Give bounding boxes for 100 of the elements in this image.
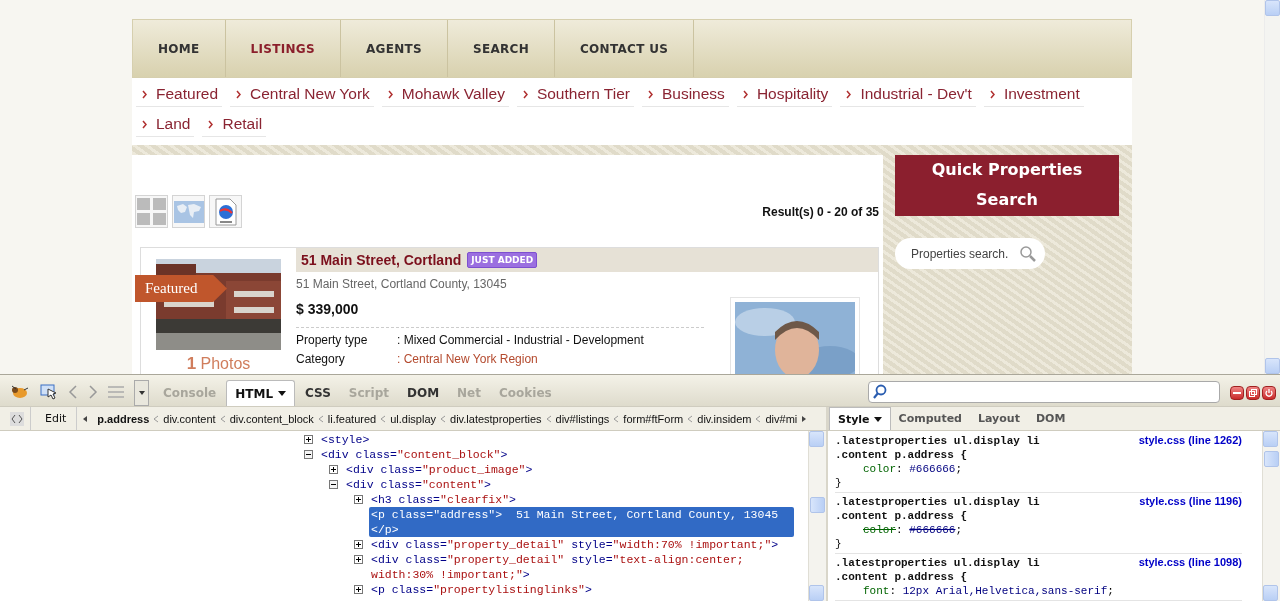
category-link[interactable]: Investment (983, 83, 1084, 107)
panel-tab[interactable]: CSS (297, 380, 339, 406)
chevron-icon (522, 89, 528, 99)
world-map-icon (173, 200, 204, 223)
close-button[interactable] (1262, 386, 1276, 400)
side-panel-tab[interactable]: Layout (970, 407, 1028, 430)
side-panel-tab[interactable]: DOM (1027, 407, 1074, 430)
category-link[interactable]: Industrial - Dev't (840, 83, 976, 107)
kml-file-button[interactable] (209, 195, 242, 228)
expand-icon[interactable] (329, 465, 338, 474)
closing-brace: } (835, 537, 842, 551)
expand-icon[interactable] (354, 585, 363, 594)
minimize-button[interactable] (1230, 386, 1244, 400)
expand-icon[interactable] (304, 435, 313, 444)
code-line[interactable]: <div class="content"> (344, 477, 493, 492)
page-scrollbar[interactable] (1264, 0, 1280, 374)
breadcrumb-link[interactable]: p.address (93, 412, 154, 425)
breadcrumb-link[interactable]: div#mi (761, 412, 802, 425)
breadcrumb-link[interactable]: div.content_block (225, 412, 318, 425)
code-line[interactable]: <style> (319, 432, 372, 447)
detail-label: Category (296, 352, 346, 366)
source-link[interactable]: style.css (line 1196) (1139, 495, 1242, 507)
chevron-icon (647, 89, 653, 99)
css-selector: .content p.address { (835, 448, 968, 462)
css-selector: .content p.address { (835, 509, 968, 523)
category-link[interactable]: Land (136, 113, 195, 137)
code-line[interactable]: <p class="propertylistinglinks"> (369, 582, 594, 597)
separator-icon (317, 414, 324, 423)
code-line[interactable]: <h3 class="clearfix"> (369, 492, 518, 507)
source-link[interactable]: style.css (line 1262) (1138, 434, 1242, 446)
caret-icon (278, 391, 287, 396)
category-link[interactable]: Mohawk Valley (381, 83, 509, 107)
expand-icon[interactable] (354, 495, 363, 504)
listing-price: $ 339,000 (296, 301, 704, 328)
featured-ribbon: Featured (135, 275, 227, 302)
caret-icon (138, 391, 145, 395)
category-link[interactable]: Southern Tier (516, 83, 634, 107)
minus-icon (1233, 392, 1241, 394)
detail-label: Property type (296, 333, 369, 347)
edit-button[interactable]: Edit (30, 407, 78, 430)
restore-button[interactable] (1246, 386, 1260, 400)
nav-link[interactable]: LISTINGS (225, 20, 341, 77)
expand-icon[interactable] (354, 555, 363, 564)
chevron-icon (989, 89, 995, 99)
separator-icon (687, 414, 694, 423)
code-line[interactable]: <div class="property_detail" style="width:70% !important;"> (369, 537, 781, 552)
search-icon (872, 384, 888, 400)
collapse-icon[interactable] (304, 450, 313, 459)
category-link[interactable]: Retail (202, 113, 267, 137)
separator-icon (219, 414, 226, 423)
category-link[interactable]: Featured (136, 83, 223, 107)
breadcrumb-link[interactable]: li.featured (323, 412, 381, 425)
category-link[interactable]: Central New York (230, 83, 374, 107)
scroll-right-icon[interactable] (801, 414, 808, 423)
breadcrumb-link[interactable]: div.insidem (693, 412, 756, 425)
nav-link[interactable]: HOME (133, 20, 226, 77)
css-declaration[interactable]: color: #666666; (835, 462, 963, 476)
breadcrumb-link[interactable]: div.latestproperties (446, 412, 546, 425)
scroll-left-icon[interactable] (81, 414, 90, 423)
collapse-icon[interactable] (329, 480, 338, 489)
code-line[interactable]: <div class="product_image"> (344, 462, 535, 477)
separator-icon (153, 414, 160, 423)
closing-brace: } (835, 476, 842, 490)
code-line[interactable]: <div class="content_block"> (319, 447, 510, 462)
separator-icon (440, 414, 447, 423)
nav-link[interactable]: SEARCH (447, 20, 555, 77)
source-link[interactable]: style.css (line 1098) (1138, 556, 1242, 568)
listing-title[interactable]: 51 Main Street, Cortland (301, 252, 462, 268)
search-field[interactable] (868, 381, 1220, 403)
css-selector: .latestproperties ul.display li (835, 495, 1040, 509)
nav-link[interactable]: AGENTS (340, 20, 448, 77)
html-scrollbar[interactable] (808, 431, 826, 601)
css-declaration[interactable]: font: 12px Arial,Helvetica,sans-serif; (835, 584, 1114, 598)
detail-link[interactable]: : Central New York Region (397, 352, 538, 366)
search-icon[interactable] (1019, 245, 1037, 263)
restore-icon (1249, 389, 1257, 397)
properties-search-field[interactable]: Properties search. (895, 238, 1045, 269)
nav-link[interactable]: CONTACT US (555, 20, 695, 77)
panel-tab[interactable]: DOM (398, 380, 448, 406)
power-icon (1265, 389, 1273, 397)
chevron-icon (142, 89, 147, 99)
css-declaration[interactable]: color: #666666; (835, 523, 963, 537)
category-link[interactable]: Hospitality (736, 83, 833, 107)
breadcrumb-link[interactable]: div#listings (551, 412, 614, 425)
category-link[interactable]: Business (641, 83, 729, 107)
css-selector: .content p.address { (835, 570, 968, 584)
separator-icon (613, 414, 620, 423)
side-panel-tab[interactable]: Style (829, 407, 891, 430)
panel-tab[interactable]: HTML (226, 380, 296, 406)
breadcrumb-link[interactable]: div.content (159, 412, 220, 425)
sidebar-heading: Quick Properties Search (895, 155, 1119, 216)
breadcrumb-link[interactable]: form#ftForm (619, 412, 688, 425)
style-scrollbar[interactable] (1262, 431, 1280, 601)
chevron-icon (236, 89, 242, 99)
side-panel-tab[interactable]: Computed (890, 407, 970, 430)
expand-icon[interactable] (354, 540, 363, 549)
dropdown-button[interactable] (134, 380, 149, 406)
breadcrumb-link[interactable]: ul.display (386, 412, 441, 425)
toggle-icon[interactable] (10, 411, 24, 426)
just-added-badge: JUST ADDED (467, 252, 538, 268)
